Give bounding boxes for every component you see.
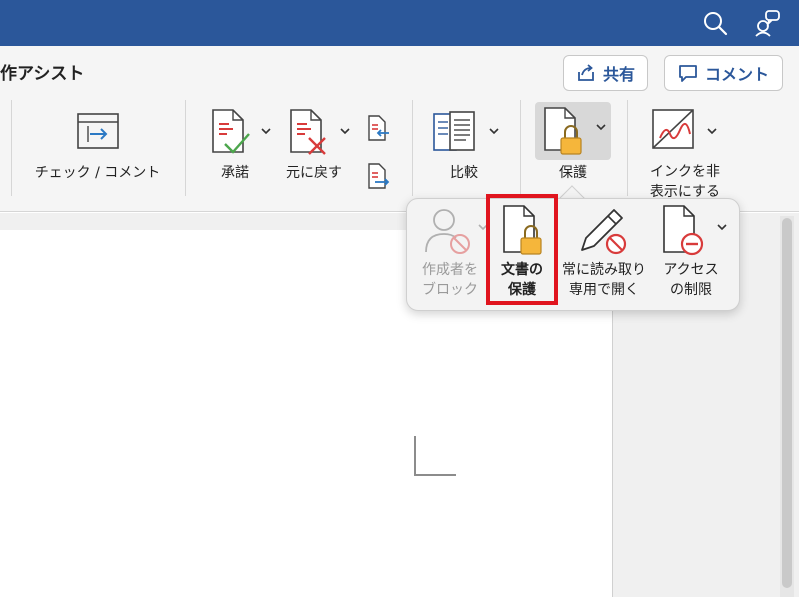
ribbon-group-title: 作アシスト bbox=[0, 64, 85, 84]
hide-ink-button[interactable]: インクを非 表示にする bbox=[640, 108, 730, 200]
hide-ink-icon bbox=[652, 109, 694, 149]
search-icon[interactable] bbox=[701, 9, 729, 37]
chevron-down-icon[interactable] bbox=[716, 222, 728, 232]
chevron-down-icon[interactable] bbox=[595, 122, 607, 132]
ribbon-separator bbox=[520, 100, 521, 196]
comment-icon bbox=[679, 65, 697, 82]
protect-button[interactable]: 保護 bbox=[535, 104, 611, 188]
chevron-down-icon[interactable] bbox=[260, 126, 272, 136]
protect-icon bbox=[544, 107, 582, 155]
comment-button[interactable]: コメント bbox=[664, 55, 783, 91]
ribbon-separator bbox=[412, 100, 413, 196]
highlight-box bbox=[486, 194, 558, 305]
scrollbar-thumb[interactable] bbox=[782, 218, 792, 588]
title-bar bbox=[0, 0, 799, 46]
check-comment-label: チェック / コメント bbox=[34, 165, 161, 181]
always-read-only-label-line1: 常に読み取り bbox=[562, 262, 646, 278]
ribbon-separator bbox=[11, 100, 12, 196]
accept-button[interactable]: 承諾 bbox=[205, 108, 273, 188]
chevron-down-icon[interactable] bbox=[706, 126, 718, 136]
next-change-icon[interactable] bbox=[366, 162, 390, 190]
revert-icon bbox=[290, 109, 326, 155]
accept-label: 承諾 bbox=[221, 165, 249, 181]
always-read-only-label: 常に読み取り 専用で開く bbox=[558, 260, 650, 300]
chevron-down-icon[interactable] bbox=[488, 126, 500, 136]
compare-button[interactable]: 比較 bbox=[428, 108, 504, 188]
restrict-access-button[interactable]: アクセス の制限 bbox=[652, 200, 734, 305]
always-read-only-label-line2: 専用で開く bbox=[569, 282, 639, 298]
check-comment-icon bbox=[77, 113, 119, 149]
revert-label: 元に戻す bbox=[286, 165, 342, 181]
compare-icon bbox=[433, 111, 475, 151]
always-read-only-icon bbox=[581, 209, 627, 255]
check-comment-button[interactable]: チェック / コメント bbox=[25, 108, 170, 188]
block-authors-label-line1: 作成者を bbox=[422, 262, 478, 278]
protect-label: 保護 bbox=[559, 165, 587, 181]
restrict-access-label-line2: の制限 bbox=[670, 282, 712, 298]
block-authors-icon bbox=[425, 209, 470, 254]
feedback-icon[interactable] bbox=[753, 9, 781, 37]
restrict-access-label: アクセス の制限 bbox=[652, 260, 730, 300]
restrict-access-icon bbox=[663, 205, 704, 256]
accept-icon bbox=[212, 109, 250, 154]
previous-change-icon[interactable] bbox=[366, 114, 390, 142]
always-read-only-button[interactable]: 常に読み取り 専用で開く bbox=[558, 200, 650, 305]
revert-button[interactable]: 元に戻す bbox=[283, 108, 353, 188]
block-authors-label-line2: ブロック bbox=[422, 282, 478, 298]
comment-label: コメント bbox=[704, 65, 769, 84]
share-label: 共有 bbox=[602, 65, 635, 84]
compare-label: 比較 bbox=[450, 165, 478, 181]
hide-ink-label-line1: インクを非 bbox=[650, 164, 720, 180]
chevron-down-icon[interactable] bbox=[339, 126, 351, 136]
block-authors-button: 作成者を ブロック bbox=[410, 200, 490, 305]
ribbon-separator bbox=[627, 100, 628, 196]
block-authors-label: 作成者を ブロック bbox=[410, 260, 490, 300]
share-button[interactable]: 共有 bbox=[563, 55, 648, 91]
share-icon bbox=[578, 64, 594, 81]
hide-ink-label: インクを非 表示にする bbox=[640, 162, 730, 202]
ribbon-separator bbox=[185, 100, 186, 196]
page-margin-corner-mark bbox=[414, 436, 456, 476]
restrict-access-label-line1: アクセス bbox=[663, 262, 719, 278]
